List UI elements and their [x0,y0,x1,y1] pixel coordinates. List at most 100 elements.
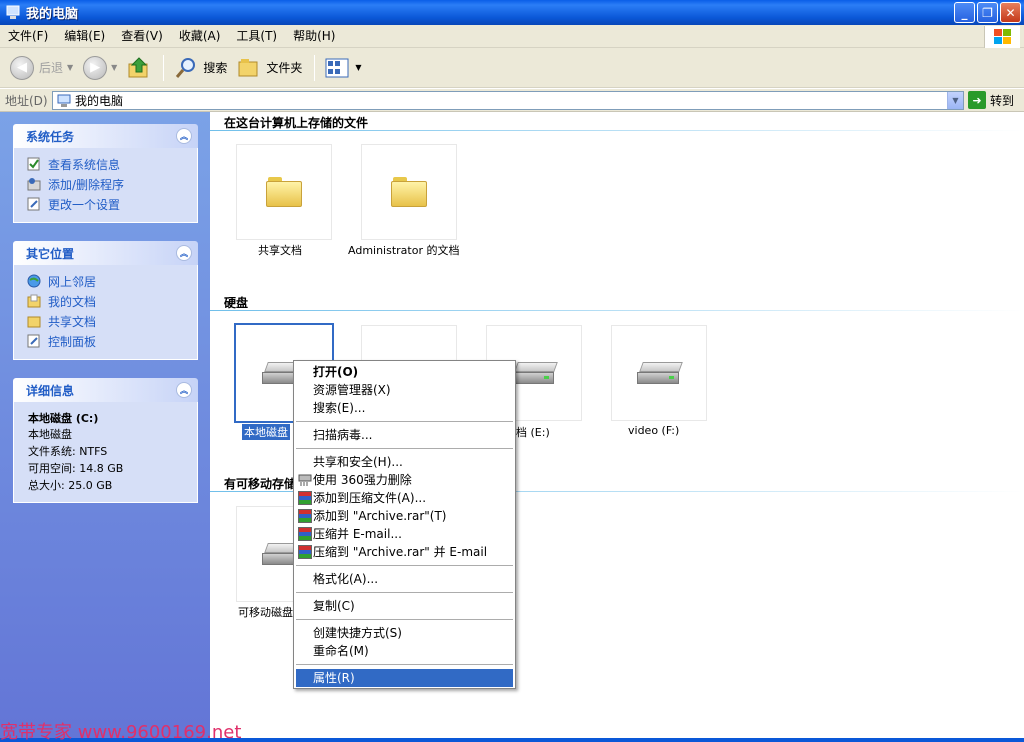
menu-sharing-security[interactable]: 共享和安全(H)... [294,453,515,471]
details-panel: 详细信息 ︽ 本地磁盘 (C:) 本地磁盘 文件系统: NTFS 可用空间: 1… [13,378,198,503]
hard-drive-icon [512,362,558,384]
menu-label: 添加到 "Archive.rar"(T) [313,509,447,523]
toolbar-separator [163,54,165,81]
views-button[interactable]: ▼ [321,52,365,84]
task-view-system-info[interactable]: 查看系统信息 [26,154,197,174]
address-label: 地址(D) [5,93,48,108]
menu-label: 打开(O) [313,365,359,379]
menu-label: 扫描病毒... [313,428,373,442]
go-button[interactable]: ➜ 转到 [968,91,1014,109]
winrar-icon [298,509,312,523]
control-panel-icon [26,333,42,349]
menu-tools[interactable]: 工具(T) [228,26,285,46]
folder-icon [238,58,258,76]
task-label: 查看系统信息 [48,157,121,172]
chevron-down-icon: ▼ [111,63,118,72]
place-my-documents[interactable]: 我的文档 [26,291,197,311]
menu-360-delete[interactable]: 使用 360强力删除 [294,471,515,489]
system-tasks-header[interactable]: 系统任务 ︽ [13,124,198,148]
menu-label: 使用 360强力删除 [313,473,412,487]
menu-open[interactable]: 打开(O) [294,363,515,381]
place-label: 网上邻居 [48,274,97,289]
menu-help[interactable]: 帮助(H) [285,26,343,46]
documents-folder-icon [26,293,42,309]
menu-format[interactable]: 格式化(A)... [294,570,515,588]
place-label: 我的文档 [48,294,97,309]
address-dropdown-button[interactable]: ▼ [947,92,963,109]
search-icon [176,57,196,78]
task-add-remove-programs[interactable]: 添加/删除程序 [26,174,197,194]
details-header[interactable]: 详细信息 ︽ [13,378,198,402]
panel-title: 其它位置 [26,246,75,261]
menu-explore[interactable]: 资源管理器(X) [294,381,515,399]
menu-label: 搜索(E)... [313,401,366,415]
menu-create-shortcut[interactable]: 创建快捷方式(S) [294,624,515,642]
place-shared-documents[interactable]: 共享文档 [26,311,197,331]
chevron-down-icon: ▼ [355,63,362,72]
group-title-hard-disks: 硬盘 [224,296,249,310]
menu-label: 添加到压缩文件(A)... [313,491,427,505]
folder-icon [391,177,427,207]
folders-button[interactable]: 文件夹 [233,52,306,84]
menu-add-to-archive[interactable]: 添加到压缩文件(A)... [294,489,515,507]
menu-copy[interactable]: 复制(C) [294,597,515,615]
menu-compress-email[interactable]: 压缩并 E-mail... [294,525,515,543]
menu-edit[interactable]: 编辑(E) [56,26,113,46]
menu-label: 重命名(M) [313,644,369,658]
forward-button[interactable]: ▶ ▼ [79,52,121,84]
other-places-panel: 其它位置 ︽ 网上邻居 我的文档 共享文档 控制面板 [13,241,198,360]
menu-add-to-archive-rar[interactable]: 添加到 "Archive.rar"(T) [294,507,515,525]
place-control-panel[interactable]: 控制面板 [26,331,197,351]
menu-rename[interactable]: 重命名(M) [294,642,515,660]
shared-documents-folder[interactable] [236,144,332,240]
collapse-icon[interactable]: ︽ [176,382,192,398]
search-label: 搜索 [203,61,228,75]
menu-bar: 文件(F) 编辑(E) 查看(V) 收藏(A) 工具(T) 帮助(H) [0,25,1024,48]
menu-label: 资源管理器(X) [313,383,391,397]
window-title: 我的电脑 [26,7,79,22]
menu-compress-rar-email[interactable]: 压缩到 "Archive.rar" 并 E-mail [294,543,515,561]
drive-label: video (F:) [628,424,680,437]
group-divider [210,310,1024,311]
menu-separator [296,421,513,422]
up-button[interactable] [123,52,155,84]
address-input[interactable]: 我的电脑 ▼ [52,91,964,110]
restore-button[interactable]: ❐ [977,2,998,23]
go-label: 转到 [990,93,1015,108]
system-tasks-panel: 系统任务 ︽ 查看系统信息 添加/删除程序 更改一个设置 [13,124,198,223]
menu-label: 压缩并 E-mail... [313,527,402,541]
collapse-icon[interactable]: ︽ [176,245,192,261]
menu-file[interactable]: 文件(F) [0,26,56,46]
context-menu: 打开(O) 资源管理器(X) 搜索(E)... 扫描病毒... 共享和安全(H)… [293,360,516,689]
detail-filesystem: 文件系统: NTFS [28,445,108,458]
winrar-icon [298,545,312,559]
menu-view[interactable]: 查看(V) [113,26,171,46]
menu-favorites[interactable]: 收藏(A) [171,26,229,46]
task-pane: 系统任务 ︽ 查看系统信息 添加/删除程序 更改一个设置 其它位置 ︽ 网上邻居… [0,112,210,742]
menu-separator [296,448,513,449]
back-label: 后退 [39,61,64,75]
computer-icon [57,94,71,107]
menu-scan-virus[interactable]: 扫描病毒... [294,426,515,444]
menu-separator [296,619,513,620]
collapse-icon[interactable]: ︽ [176,128,192,144]
minimize-button[interactable]: _ [954,2,975,23]
close-button[interactable]: ✕ [1000,2,1021,23]
admin-documents-folder[interactable] [361,144,457,240]
other-places-header[interactable]: 其它位置 ︽ [13,241,198,265]
search-button[interactable]: 搜索 [170,52,231,84]
folders-label: 文件夹 [266,61,303,75]
removable-label: 可移动磁盘 [238,606,293,619]
drive-f[interactable] [611,325,707,421]
folder-icon [266,177,302,207]
toolbar-separator [314,54,316,81]
folder-label: Administrator 的文档 [348,244,460,257]
folder-up-icon [128,56,148,77]
menu-properties[interactable]: 属性(R) [296,669,513,687]
menu-search[interactable]: 搜索(E)... [294,399,515,417]
menu-label: 压缩到 "Archive.rar" 并 E-mail [313,545,488,559]
task-change-setting[interactable]: 更改一个设置 [26,194,197,214]
place-network[interactable]: 网上邻居 [26,271,197,291]
back-button[interactable]: ◀ 后退 ▼ [6,52,77,84]
menu-label: 格式化(A)... [313,572,379,586]
